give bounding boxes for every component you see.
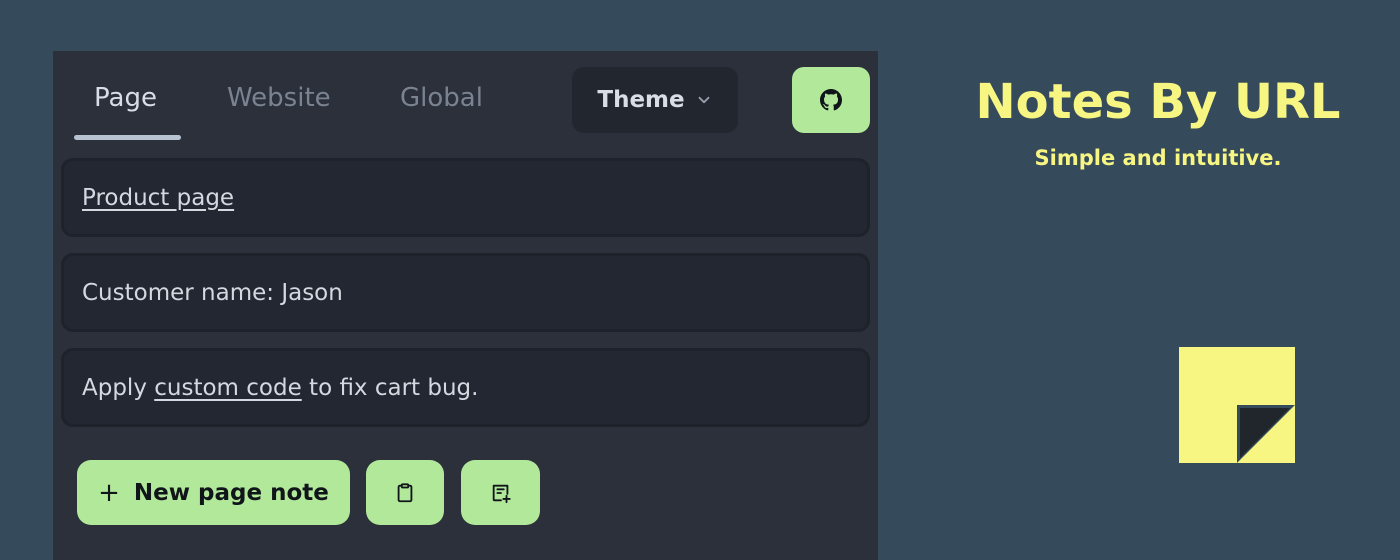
github-icon (820, 89, 842, 111)
sticky-note-icon (1179, 347, 1295, 463)
note-text-after: to fix cart bug. (301, 374, 479, 401)
theme-dropdown-button[interactable]: Theme (572, 67, 738, 133)
note-text: Customer name: Jason (82, 279, 343, 306)
brand-title: Notes By URL (975, 74, 1341, 130)
tab-bar: Page Website Global Theme (53, 51, 878, 151)
note-item[interactable]: Product page (61, 158, 870, 237)
new-page-note-button[interactable]: + New page note (77, 460, 350, 525)
note-text-before: Apply (82, 374, 155, 401)
note-link[interactable]: custom code (154, 375, 301, 401)
note-add-icon (492, 484, 511, 503)
plus-icon: + (98, 477, 120, 508)
clipboard-icon (397, 482, 413, 502)
tab-global[interactable]: Global (400, 83, 483, 113)
theme-button-label: Theme (597, 87, 685, 113)
note-link[interactable]: Product page (82, 185, 234, 211)
github-button[interactable] (792, 67, 870, 133)
note-item[interactable]: Customer name: Jason (61, 253, 870, 332)
clipboard-button[interactable] (366, 460, 444, 525)
new-page-note-label: New page note (133, 479, 329, 506)
notes-panel: Page Website Global Theme Product page C… (53, 51, 878, 560)
chevron-down-icon (698, 96, 710, 104)
tab-website[interactable]: Website (227, 83, 331, 113)
active-tab-indicator (74, 135, 181, 140)
note-item[interactable]: Apply custom code to fix cart bug. (61, 348, 870, 427)
add-note-button[interactable] (461, 460, 540, 525)
brand-subtitle: Simple and intuitive. (1034, 146, 1282, 170)
tab-page[interactable]: Page (94, 83, 157, 113)
